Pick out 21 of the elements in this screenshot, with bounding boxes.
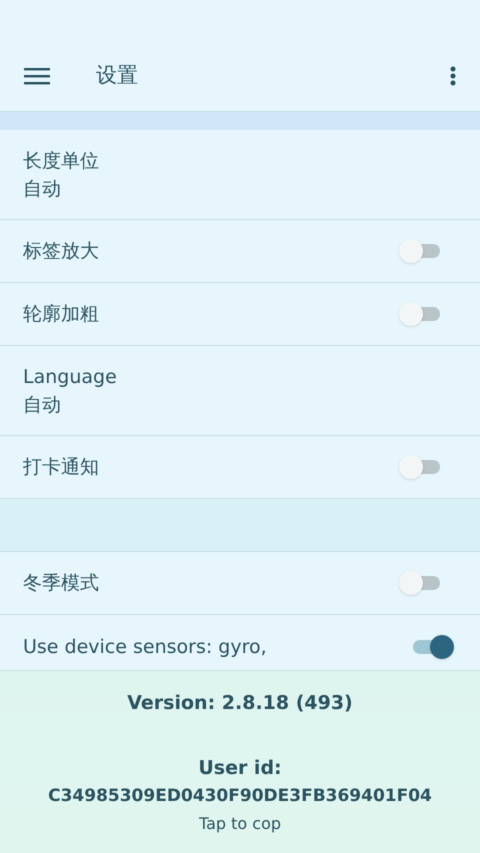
- copy-hint: Tap to cop: [198, 812, 282, 834]
- version-text: Version: 2.8.18 (493): [127, 691, 353, 716]
- settings-row[interactable]: 冬季模式: [0, 552, 480, 615]
- setting-value: 自动: [23, 176, 62, 202]
- settings-row[interactable]: 长度单位 自动: [0, 130, 480, 220]
- setting-title: Language: [23, 364, 118, 390]
- setting-value: 自动: [23, 392, 62, 418]
- settings-row[interactable]: 标签放大: [0, 220, 480, 283]
- setting-title: 冬季模式: [23, 570, 99, 596]
- more-options-icon[interactable]: [450, 66, 456, 86]
- setting-title: 长度单位: [23, 148, 100, 174]
- user-id-label: User id:: [198, 756, 282, 780]
- user-id-text[interactable]: C34985309ED0430F90DE3FB369401F04: [48, 784, 432, 810]
- settings-row[interactable]: 轮廓加粗: [0, 283, 480, 346]
- setting-title: 轮廓加粗: [23, 302, 99, 327]
- setting-title: 打卡通知: [23, 454, 99, 480]
- menu-icon[interactable]: [24, 66, 50, 84]
- setting-title: 标签放大: [23, 238, 99, 264]
- page-title: 设置: [96, 62, 138, 89]
- setting-title: Use device sensors: gyro,: [23, 635, 267, 660]
- settings-row[interactable]: Language 自动: [0, 346, 480, 436]
